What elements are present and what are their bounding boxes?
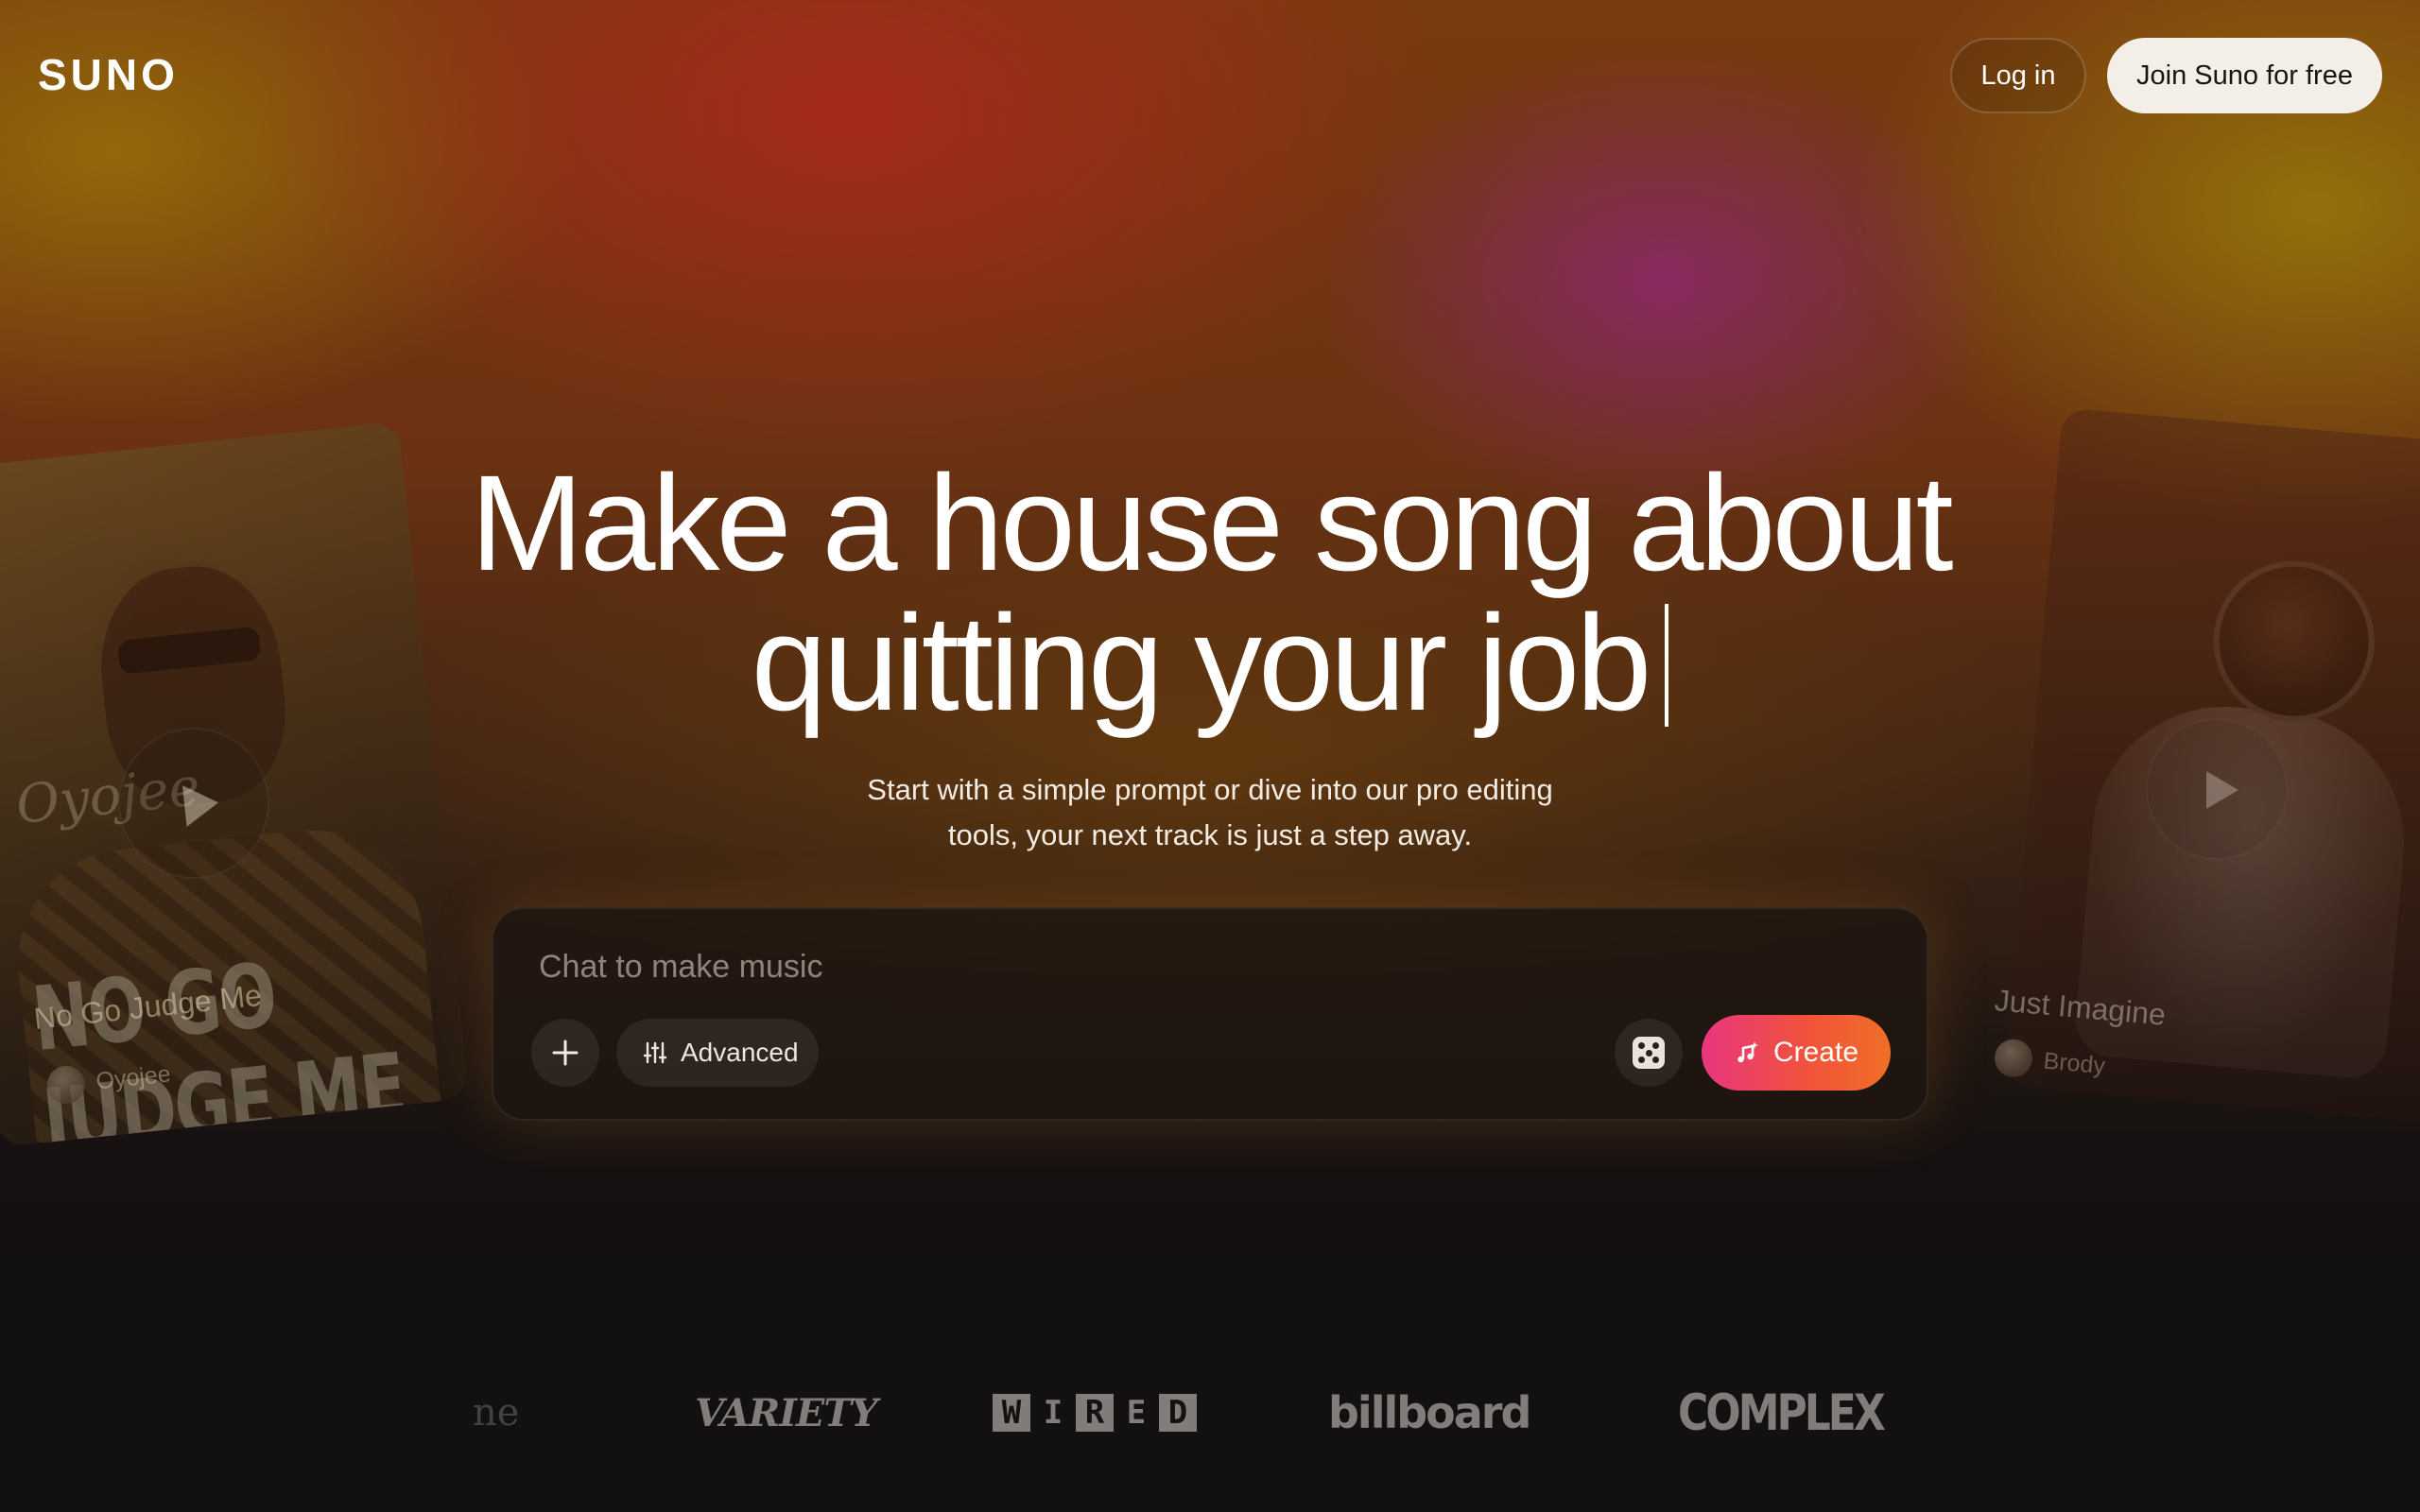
artist-name: Brody	[2042, 1047, 2107, 1079]
advanced-label: Advanced	[681, 1038, 799, 1067]
subtitle-line-2: tools, your next track is just a step aw…	[947, 818, 1473, 851]
subtitle-line-1: Start with a simple prompt or dive into …	[867, 773, 1553, 806]
hero-line-2: quitting your job	[751, 587, 1652, 739]
press-logo-partial: ne	[473, 1391, 520, 1435]
add-button[interactable]	[531, 1019, 599, 1087]
wired-letter: R	[1076, 1394, 1114, 1432]
wired-letter: E	[1126, 1394, 1147, 1432]
prompt-composer: Advanced Create	[492, 907, 1928, 1121]
artist-name: Oyojee	[95, 1059, 172, 1094]
prompt-input[interactable]	[539, 943, 1484, 990]
join-free-button[interactable]: Join Suno for free	[2107, 38, 2382, 113]
suno-logo[interactable]: SUNO	[38, 49, 179, 100]
wired-letter: D	[1159, 1394, 1197, 1432]
press-logos: ne VARIETY W I R E D billboard COMPLEX	[0, 1380, 2420, 1446]
avatar	[44, 1063, 87, 1106]
wired-letter: I	[1043, 1394, 1063, 1432]
press-logo-billboard: billboard	[1328, 1387, 1531, 1438]
hero-line-1: Make a house song about	[470, 447, 1953, 599]
random-prompt-button[interactable]	[1615, 1019, 1683, 1087]
login-button[interactable]: Log in	[1950, 38, 2086, 113]
press-logo-complex: COMPLEX	[1678, 1383, 1886, 1442]
advanced-button[interactable]: Advanced	[616, 1019, 819, 1087]
wired-letter: W	[993, 1394, 1030, 1432]
plus-icon	[552, 1040, 579, 1066]
press-logo-wired: W I R E D	[993, 1380, 1197, 1446]
hero-subtitle: Start with a simple prompt or dive into …	[0, 767, 2420, 858]
create-button[interactable]: Create	[1702, 1015, 1891, 1091]
dice-icon	[1633, 1037, 1665, 1069]
hero-heading: Make a house song about quitting your jo…	[0, 454, 2420, 733]
music-sparkle-icon	[1737, 1041, 1758, 1063]
typing-cursor	[1665, 604, 1669, 727]
create-label: Create	[1772, 1037, 1859, 1068]
hero-line-2-wrap: quitting your job	[0, 593, 2420, 733]
press-logo-variety: VARIETY	[695, 1390, 878, 1435]
avatar	[1993, 1038, 2034, 1079]
sliders-icon	[643, 1041, 667, 1064]
